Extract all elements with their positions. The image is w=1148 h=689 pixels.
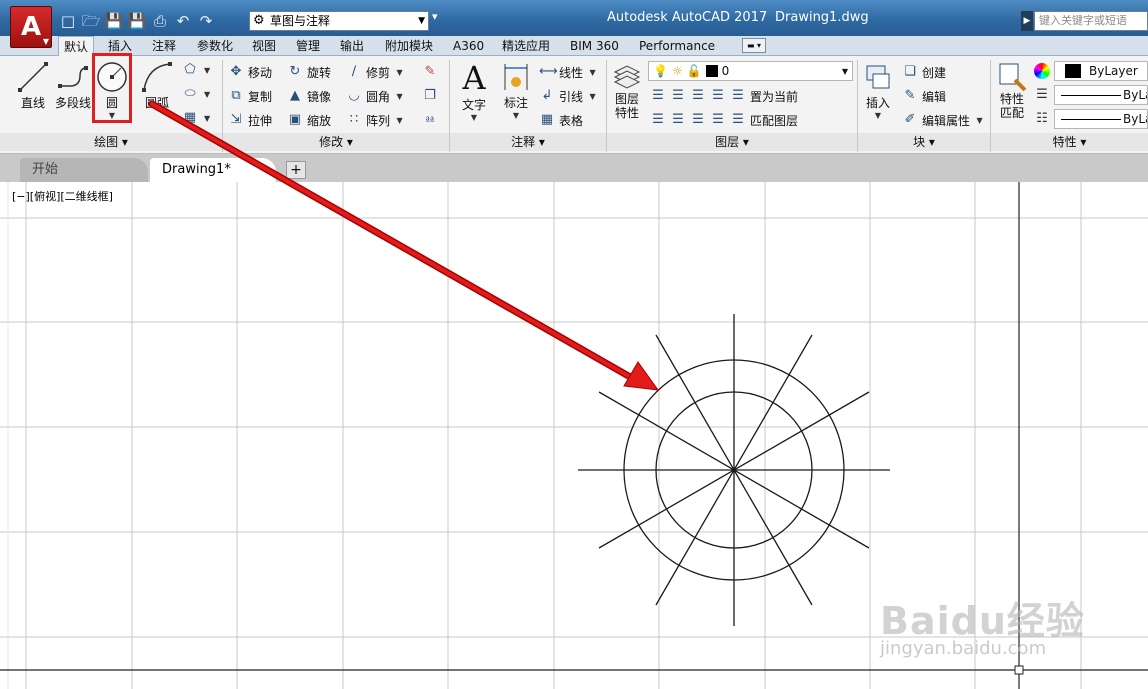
autocad-logo: A (20, 12, 42, 42)
application-menu-button[interactable]: A ▼ (10, 6, 52, 48)
baidu-watermark-url: jingyan.baidu.com (880, 638, 1047, 659)
drawing-geometry (148, 100, 890, 626)
pointer-arrow (150, 102, 634, 380)
viewport-controls[interactable]: [−][俯视][二维线框] (12, 188, 113, 204)
baidu-watermark: Baidu经验 (880, 599, 1085, 643)
chevron-down-icon: ▼ (42, 37, 49, 46)
